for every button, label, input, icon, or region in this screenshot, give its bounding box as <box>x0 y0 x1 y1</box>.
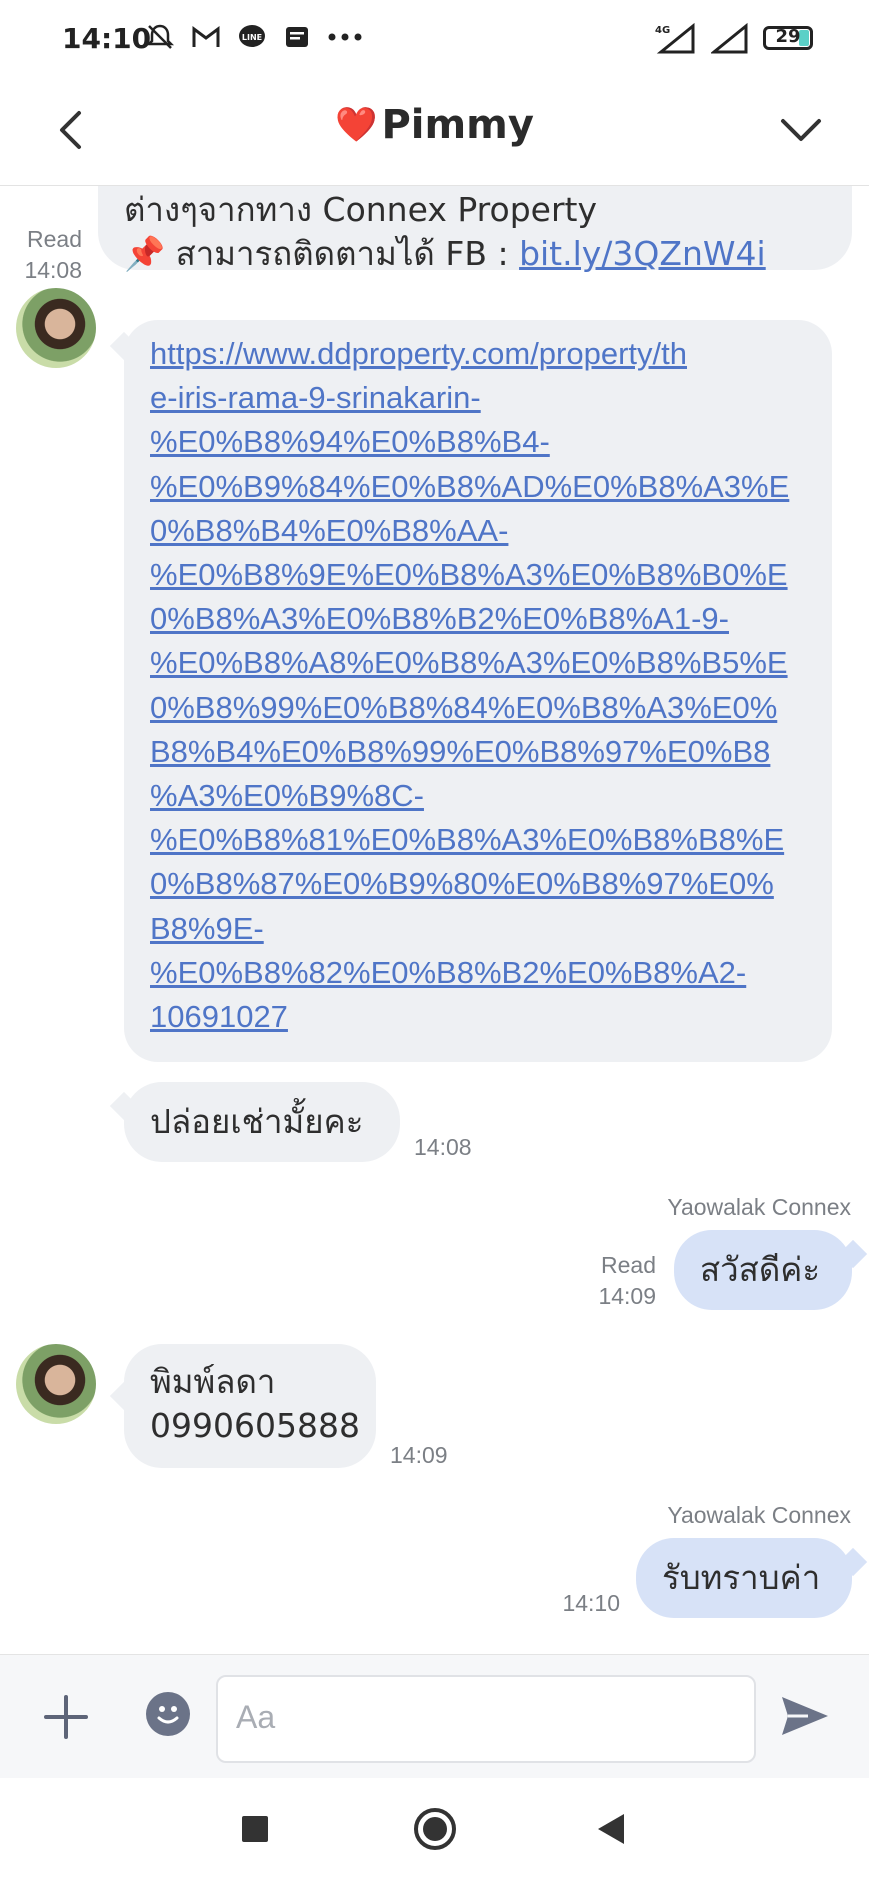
sender-name: Yaowalak Connex <box>667 1502 851 1528</box>
message-line: 📌 สามารถติดตามได้ FB : bit.ly/3QZnW4i <box>124 232 766 276</box>
message-input-bar: Aa <box>0 1654 869 1778</box>
mute-bell-icon <box>145 24 175 49</box>
url-line: B8%B4%E0%B8%99%E0%B8%97%E0%B8 <box>150 733 771 769</box>
message-bubble-outgoing[interactable]: ต่างๆจากทาง Connex Property 📌 สามารถติดต… <box>98 186 852 273</box>
message-bubble-outgoing[interactable]: รับทราบค่า <box>636 1538 852 1618</box>
send-button[interactable] <box>778 1691 832 1741</box>
home-button[interactable] <box>414 1808 456 1850</box>
chat-header: ❤️ Pimmy <box>0 78 869 186</box>
pin-emoji: 📌 <box>124 234 166 273</box>
url-line: 0%B8%99%E0%B8%84%E0%B8%A3%E0% <box>150 689 778 725</box>
notification-icons: LINE <box>145 22 363 52</box>
message-time: 14:08 <box>24 257 82 283</box>
gmail-icon <box>192 26 220 47</box>
message-input[interactable]: Aa <box>216 1675 756 1763</box>
message-time: 14:08 <box>414 1134 472 1160</box>
message-text: 0990605888 <box>150 1406 360 1445</box>
url-line: 0%B8%B4%E0%B8%AA- <box>150 512 509 548</box>
url-line: 10691027 <box>150 999 288 1035</box>
send-icon <box>782 1697 828 1735</box>
system-icons: 4G 29 <box>649 22 813 54</box>
url-line: %E0%B8%94%E0%B8%B4- <box>150 424 550 460</box>
avatar[interactable] <box>16 288 96 368</box>
heart-emoji: ❤️ <box>335 105 378 145</box>
url-line: 0%B8%87%E0%B9%80%E0%B8%97%E0% <box>150 866 774 902</box>
message-bubble-outgoing[interactable]: สวัสดีค่ะ <box>674 1230 852 1310</box>
url-line: %E0%B8%82%E0%B8%B2%E0%B8%A2- <box>150 954 747 990</box>
message-time: 14:09 <box>390 1442 448 1468</box>
url-line: B8%9E- <box>150 910 264 946</box>
url-line: %A3%E0%B9%8C- <box>150 778 424 814</box>
message-text: รับทราบค่า <box>662 1558 821 1597</box>
chat-title-text: Pimmy <box>381 102 534 148</box>
message-bubble-incoming[interactable]: พิมพ์ลดา 0990605888 <box>124 1344 376 1468</box>
battery-icon: 29 <box>763 26 813 50</box>
url-line: %E0%B8%9E%E0%B8%A3%E0%B8%B0%E <box>150 557 788 593</box>
message-text: สามารถติดตามได้ FB : <box>165 234 520 273</box>
system-nav-bar <box>0 1778 869 1883</box>
plus-icon <box>44 1695 88 1739</box>
url-line: %E0%B8%A8%E0%B8%A3%E0%B8%B5%E <box>150 645 788 681</box>
url-line: https://www.ddproperty.com/property/th <box>150 336 687 371</box>
smiley-icon <box>157 1706 179 1724</box>
signal-4g-icon: 4G <box>655 22 695 54</box>
message-text: สวัสดีค่ะ <box>700 1250 821 1289</box>
signal-icon <box>711 22 748 54</box>
svg-text:LINE: LINE <box>242 33 262 42</box>
emoji-button[interactable] <box>146 1692 190 1736</box>
input-placeholder: Aa <box>236 1699 276 1735</box>
message-text: ปล่อยเช่ามั้ยคะ <box>150 1102 364 1141</box>
status-time: 14:10 <box>62 22 152 55</box>
chat-title[interactable]: ❤️ Pimmy <box>0 102 869 148</box>
url-link[interactable]: https://www.ddproperty.com/property/th e… <box>150 332 806 1039</box>
chat-menu-button[interactable] <box>771 100 831 160</box>
message-meta: Read 14:08 <box>12 224 82 286</box>
read-receipt: Read <box>601 1252 656 1278</box>
url-line: %E0%B9%84%E0%B8%AD%E0%B8%A3%E <box>150 468 790 504</box>
chat-messages[interactable]: ต่างๆจากทาง Connex Property 📌 สามารถติดต… <box>0 186 869 1654</box>
more-dots-icon <box>328 33 362 41</box>
sender-name: Yaowalak Connex <box>667 1194 851 1220</box>
url-line: e-iris-rama-9-srinakarin- <box>150 380 481 416</box>
status-bar: 14:10 LINE 4G 29 <box>0 0 869 78</box>
add-button[interactable] <box>40 1691 92 1743</box>
line-app-icon: LINE <box>239 25 265 47</box>
back-nav-button[interactable] <box>598 1814 624 1844</box>
message-time: 14:10 <box>562 1590 620 1616</box>
url-line: 0%B8%A3%E0%B8%B2%E0%B8%A1-9- <box>150 601 729 637</box>
chevron-down-icon <box>781 119 821 141</box>
svg-text:4G: 4G <box>655 25 670 36</box>
recent-apps-button[interactable] <box>242 1816 268 1842</box>
message-meta: Read 14:09 <box>582 1250 656 1312</box>
message-text: พิมพ์ลดา <box>150 1362 276 1401</box>
battery-level: 29 <box>775 26 801 47</box>
message-bubble-incoming[interactable]: https://www.ddproperty.com/property/th e… <box>124 320 832 1062</box>
message-text: ต่างๆจากทาง Connex Property <box>124 190 597 229</box>
fb-link[interactable]: bit.ly/3QZnW4i <box>519 234 766 273</box>
message-icon <box>286 27 308 47</box>
avatar[interactable] <box>16 1344 96 1424</box>
message-bubble-incoming[interactable]: ปล่อยเช่ามั้ยคะ <box>124 1082 400 1162</box>
message-time: 14:09 <box>598 1283 656 1309</box>
read-receipt: Read <box>27 226 82 252</box>
url-line: %E0%B8%81%E0%B8%A3%E0%B8%B8%E <box>150 822 785 858</box>
